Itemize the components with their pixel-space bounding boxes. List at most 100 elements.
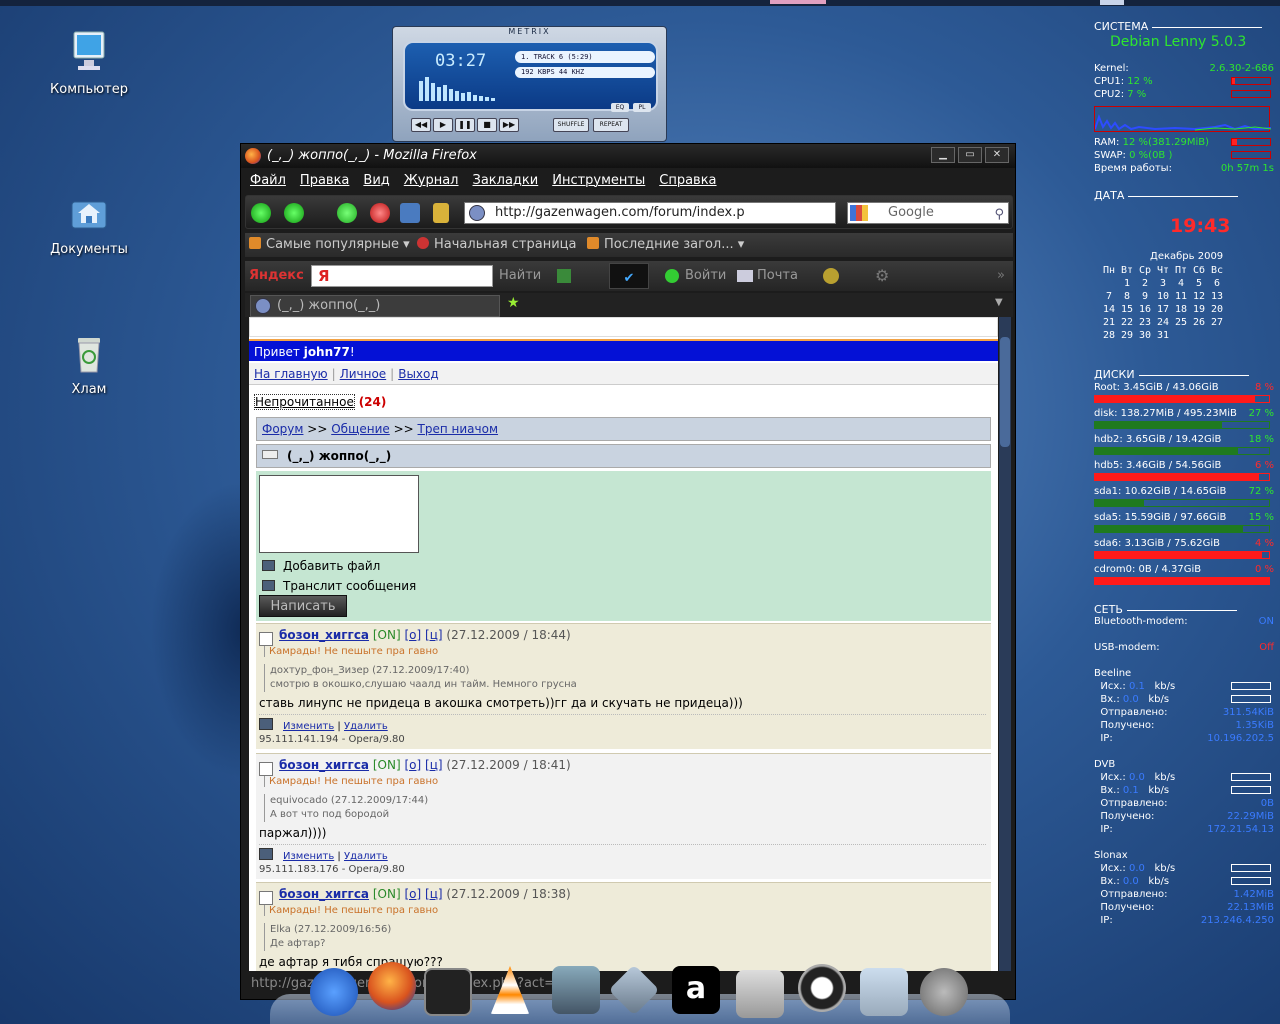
- translit-option[interactable]: Транслит сообщения: [262, 579, 416, 593]
- nav-home-link[interactable]: На главную: [254, 367, 328, 381]
- dock-editor-icon[interactable]: [860, 968, 908, 1016]
- settings-icon[interactable]: [823, 268, 839, 284]
- google-icon[interactable]: [850, 205, 868, 221]
- menu-bookmarks[interactable]: Закладки: [473, 170, 539, 192]
- desktop-icon-documents[interactable]: Документы: [34, 190, 144, 257]
- stop-icon[interactable]: [370, 203, 390, 223]
- desktop-icon-computer[interactable]: Компьютер: [34, 30, 144, 97]
- pencil-icon[interactable]: [557, 269, 571, 283]
- new-tab-star-icon[interactable]: ★: [507, 295, 520, 311]
- menu-tools[interactable]: Инструменты: [552, 170, 645, 192]
- tab-active[interactable]: (_,_) жоппо(_,_): [250, 295, 500, 317]
- yandex-login[interactable]: Войти: [685, 261, 726, 291]
- dock-terminal-icon[interactable]: [424, 968, 472, 1016]
- post-quote-link[interactable]: [ц]: [425, 628, 443, 642]
- post-o-link[interactable]: [о]: [404, 887, 421, 901]
- calendar-week: 21 22 23 24 25 26 27: [1102, 317, 1224, 328]
- checkbox-icon[interactable]: [262, 560, 275, 571]
- breadcrumb-general[interactable]: Общение: [331, 422, 390, 436]
- menu-view[interactable]: Вид: [363, 170, 389, 192]
- check-icon[interactable]: ✔: [609, 263, 649, 289]
- prev-button[interactable]: ◀◀: [411, 118, 431, 132]
- breadcrumb-forum[interactable]: Форум: [262, 422, 303, 436]
- pause-button[interactable]: ❚❚: [455, 118, 475, 132]
- dock-folder-icon[interactable]: [736, 970, 784, 1018]
- delete-link[interactable]: Удалить: [344, 851, 388, 862]
- audio-player[interactable]: METRIX 03:27 1. TRACK 6 (5:29) 192 KBPS …: [392, 26, 667, 142]
- dock-firefox-icon[interactable]: [368, 962, 416, 1010]
- dock-power-icon[interactable]: [798, 964, 846, 1012]
- kernel-value: 2.6.30-2-686: [1209, 63, 1274, 74]
- bookmark-latest-headlines[interactable]: Последние загол... ▾: [587, 233, 744, 257]
- repeat-button[interactable]: REPEAT: [593, 118, 629, 132]
- maximize-button[interactable]: ▭: [958, 147, 982, 163]
- message-textarea[interactable]: [259, 475, 419, 553]
- post-header: бозон_хиггса [ON] [о] [ц] (27.12.2009 / …: [279, 758, 571, 772]
- disk-usage-fill: [1095, 396, 1256, 402]
- checkbox-icon[interactable]: [262, 580, 275, 591]
- bookmark-start-page[interactable]: Начальная страница: [417, 233, 576, 257]
- delete-link[interactable]: Удалить: [344, 721, 388, 732]
- wrench-icon[interactable]: [433, 203, 449, 223]
- url-input[interactable]: http://gazenwagen.com/forum/index.p: [464, 202, 836, 224]
- home-icon[interactable]: [400, 203, 420, 223]
- search-icon[interactable]: ⚲: [994, 205, 1004, 225]
- dock-app-icon[interactable]: [552, 966, 600, 1014]
- post-author[interactable]: бозон_хиггса: [279, 628, 369, 642]
- yandex-find-button[interactable]: Найти: [499, 261, 541, 291]
- menu-help[interactable]: Справка: [659, 170, 716, 192]
- top-panel-item[interactable]: [770, 0, 826, 4]
- post-actions: Изменить | Удалить: [259, 848, 388, 862]
- menu-history[interactable]: Журнал: [404, 170, 459, 192]
- disk-usage-fill: [1095, 422, 1223, 428]
- search-input[interactable]: Google ⚲: [847, 202, 1009, 224]
- menu-file[interactable]: Файл: [250, 170, 286, 192]
- window-titlebar[interactable]: (_,_) жоппо(_,_) - Mozilla Firefox ▁ ▭ ✕: [241, 144, 1015, 168]
- post-quote-link[interactable]: [ц]: [425, 887, 443, 901]
- yandex-logo[interactable]: Яндекс: [249, 261, 304, 291]
- back-icon[interactable]: [251, 203, 271, 223]
- overflow-chevron-icon[interactable]: »: [997, 261, 1005, 291]
- gear-icon[interactable]: ⚙: [875, 261, 889, 291]
- dock-amarok-icon[interactable]: a: [672, 966, 720, 1014]
- next-button[interactable]: ▶▶: [499, 118, 519, 132]
- play-button[interactable]: ▶: [433, 118, 453, 132]
- post-author[interactable]: бозон_хиггса: [279, 887, 369, 901]
- stop-button[interactable]: ■: [477, 118, 497, 132]
- post-o-link[interactable]: [о]: [404, 628, 421, 642]
- menu-edit[interactable]: Правка: [300, 170, 349, 192]
- playlist-button[interactable]: PL: [633, 103, 651, 112]
- yandex-search-input[interactable]: Я: [311, 265, 493, 287]
- yandex-mail[interactable]: Почта: [757, 261, 798, 291]
- close-button[interactable]: ✕: [985, 147, 1009, 163]
- edit-link[interactable]: Изменить: [283, 851, 334, 862]
- nav-personal-link[interactable]: Личное: [340, 367, 386, 381]
- post-o-link[interactable]: [о]: [404, 758, 421, 772]
- disk-percent: 4 %: [1254, 538, 1274, 549]
- write-button[interactable]: Написать: [259, 595, 347, 617]
- post-quote-link[interactable]: [ц]: [425, 758, 443, 772]
- desktop-icon-trash[interactable]: Хлам: [34, 330, 144, 397]
- dock-gnome-icon[interactable]: [310, 968, 358, 1016]
- minimize-button[interactable]: ▁: [931, 147, 955, 163]
- page-scrollbar[interactable]: [999, 317, 1011, 971]
- unread-link[interactable]: Непрочитанное: [254, 394, 355, 410]
- spectrum-analyzer: [419, 73, 499, 101]
- bookmark-most-visited[interactable]: Самые популярные ▾: [249, 233, 410, 257]
- shuffle-button[interactable]: SHUFFLE: [553, 118, 589, 132]
- tab-list-icon[interactable]: ▼: [995, 297, 1003, 308]
- reload-icon[interactable]: [337, 203, 357, 223]
- uptime-row: Время работы: 0h 57m 1s: [1094, 163, 1274, 174]
- nav-logout-link[interactable]: Выход: [398, 367, 438, 381]
- attach-file-option[interactable]: Добавить файл: [262, 559, 380, 573]
- forward-icon[interactable]: [284, 203, 304, 223]
- breadcrumb-topic-section[interactable]: Треп ниачом: [418, 422, 498, 436]
- scrollbar-thumb[interactable]: [1000, 337, 1010, 447]
- dock-volume-icon[interactable]: [920, 968, 968, 1016]
- edit-link[interactable]: Изменить: [283, 721, 334, 732]
- eq-button[interactable]: EQ: [611, 103, 629, 112]
- avatar: [259, 762, 273, 776]
- top-panel-item[interactable]: [1100, 0, 1124, 5]
- greeting-prefix: Привет: [254, 345, 304, 359]
- post-author[interactable]: бозон_хиггса: [279, 758, 369, 772]
